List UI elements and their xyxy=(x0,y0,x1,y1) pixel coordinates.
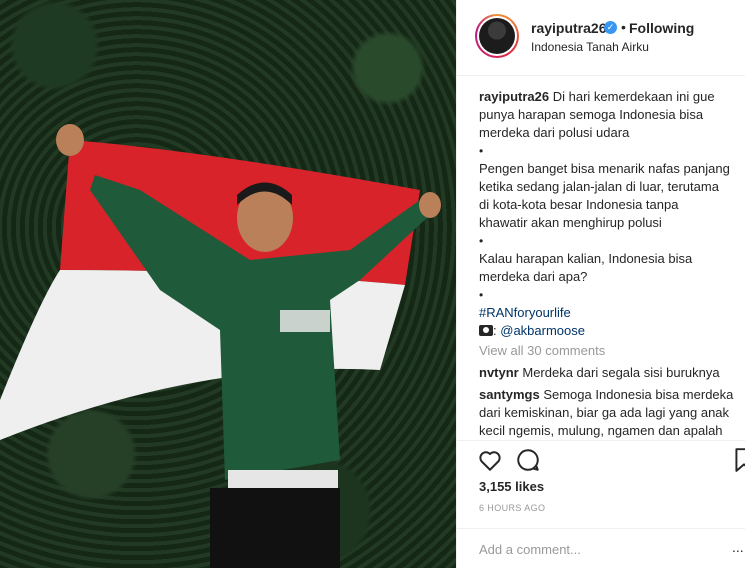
hashtag-link[interactable]: #RANforyourlife xyxy=(479,304,741,322)
shirt-hem xyxy=(228,470,338,490)
avatar[interactable] xyxy=(475,14,519,58)
caption-line: ketika sedang jalan-jalan di luar, terut… xyxy=(479,179,719,194)
caption-bullet: • xyxy=(479,288,484,302)
hoodie-print xyxy=(280,310,330,332)
heart-icon[interactable] xyxy=(477,447,503,473)
mention-link[interactable]: @akbarmoose xyxy=(500,323,585,338)
caption-line: merdeka dari polusi udara xyxy=(479,125,630,140)
action-bar xyxy=(457,440,745,476)
location-link[interactable]: Indonesia Tanah Airku xyxy=(531,40,649,54)
caption-line: Pengen banget bisa menarik nafas panjang xyxy=(479,161,730,176)
post-photo[interactable] xyxy=(0,0,456,568)
comment-text: Merdeka dari segala sisi buruknya xyxy=(522,365,720,380)
caption-line: Kalau harapan kalian, Indonesia bisa xyxy=(479,251,693,266)
comment-username[interactable]: nvtynr xyxy=(479,365,519,380)
comment-item: santymgs Semoga Indonesia bisa merdeka d… xyxy=(479,386,741,440)
caption-line: merdeka dari apa? xyxy=(479,269,588,284)
right-hand xyxy=(419,192,441,218)
caption-line: rayiputra26 Di hari kemerdekaan ini gue xyxy=(479,88,741,106)
caption-username[interactable]: rayiputra26 xyxy=(479,89,549,104)
view-all-comments-link[interactable]: View all 30 comments xyxy=(479,342,741,360)
verified-badge-icon: ✓ xyxy=(604,21,617,34)
caption-line: punya harapan semoga Indonesia bisa xyxy=(479,107,704,122)
bookmark-icon[interactable] xyxy=(731,447,745,473)
comments-section: rayiputra26 Di hari kemerdekaan ini gue … xyxy=(479,88,741,440)
caption-text: Di hari kemerdekaan ini gue xyxy=(552,89,715,104)
left-hand xyxy=(56,124,84,156)
post-header: rayiputra26 ✓ • Following Indonesia Tana… xyxy=(457,0,745,76)
post-panel: rayiputra26 ✓ • Following Indonesia Tana… xyxy=(456,0,745,568)
photo-credit: : @akbarmoose xyxy=(479,322,741,340)
avatar-image xyxy=(479,18,515,54)
caption-bullet: • xyxy=(479,234,484,248)
likes-count[interactable]: 3,155 likes xyxy=(479,479,544,494)
photo-illustration xyxy=(0,124,441,568)
pants xyxy=(210,488,340,568)
comment-username[interactable]: santymgs xyxy=(479,387,540,402)
avatar-border xyxy=(477,16,517,56)
comment-input[interactable] xyxy=(479,540,719,558)
camera-icon xyxy=(479,325,493,336)
add-comment-bar: ... xyxy=(457,528,745,568)
caption-line: di kota-kota besar Indonesia tanpa xyxy=(479,197,679,212)
comment-icon[interactable] xyxy=(515,447,541,473)
following-button[interactable]: Following xyxy=(629,20,694,36)
separator-dot: • xyxy=(621,19,626,35)
post-timestamp[interactable]: 6 HOURS AGO xyxy=(479,503,545,513)
comment-item: nvtynr Merdeka dari segala sisi buruknya xyxy=(479,364,741,382)
caption-line: khawatir akan menghirup polusi xyxy=(479,215,662,230)
caption-bullet: • xyxy=(479,144,484,158)
more-options-icon[interactable]: ... xyxy=(732,539,744,555)
username-link[interactable]: rayiputra26 xyxy=(531,20,606,36)
photo-credit-prefix: : xyxy=(493,323,497,338)
